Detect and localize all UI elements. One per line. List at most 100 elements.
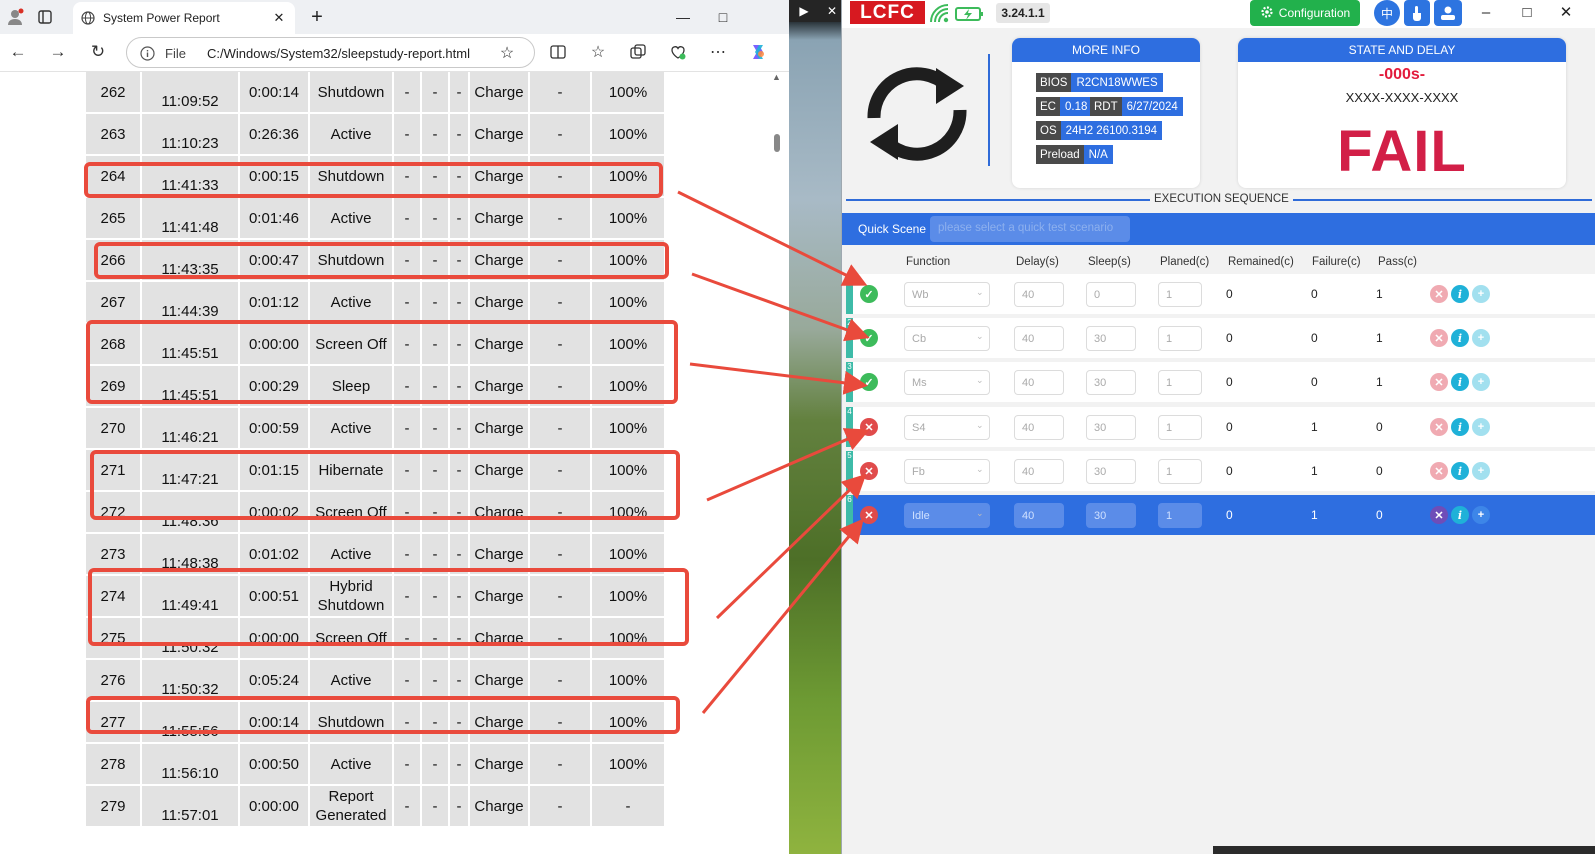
planned-input[interactable]: 1 <box>1158 282 1202 307</box>
more-icon[interactable]: ⋯ <box>706 40 730 64</box>
delete-row-icon[interactable]: ✕ <box>1430 462 1448 480</box>
info-row-icon[interactable]: i <box>1451 285 1469 303</box>
browser-window: System Power Report ✕ + — □ ← → ↻ File C… <box>0 0 789 854</box>
copilot-icon[interactable] <box>746 40 770 64</box>
touch-icon[interactable] <box>1404 0 1430 26</box>
report-cell-c2: - <box>422 114 448 154</box>
delete-row-icon[interactable]: ✕ <box>1430 373 1448 391</box>
info-row-icon[interactable]: i <box>1451 329 1469 347</box>
col-remained: Remained(c) <box>1228 256 1294 268</box>
add-row-icon[interactable]: + <box>1472 285 1490 303</box>
sequence-row[interactable]: 5 ✕ Fb ⌄ 40 30 1 0 1 0 ✕ i + <box>846 451 1595 491</box>
page-scrollbar[interactable]: ▲ <box>772 72 782 854</box>
fail-x-icon: ✕ <box>860 506 878 524</box>
test-result-text: FAIL <box>1337 119 1467 184</box>
os-key: OS <box>1036 121 1061 140</box>
sleep-input[interactable]: 0 <box>1086 282 1136 307</box>
maximize-icon[interactable]: □ <box>712 6 734 28</box>
collections-icon[interactable] <box>626 40 650 64</box>
add-row-icon[interactable]: + <box>1472 373 1490 391</box>
sleep-input[interactable]: 30 <box>1086 370 1136 395</box>
sequence-index: 2 <box>846 318 853 358</box>
browser-essentials-icon[interactable] <box>666 40 690 64</box>
sequence-row[interactable]: 6 ✕ Idle ⌄ 40 30 1 0 1 0 ✕ i + <box>846 495 1595 535</box>
add-row-icon[interactable]: + <box>1472 506 1490 524</box>
address-bar[interactable]: File C:/Windows/System32/sleepstudy-repo… <box>126 37 535 68</box>
favorite-star-icon[interactable]: ☆ <box>497 43 517 63</box>
add-row-icon[interactable]: + <box>1472 462 1490 480</box>
remained-value: 0 <box>1226 420 1233 434</box>
delay-input[interactable]: 40 <box>1014 503 1064 528</box>
sleep-input[interactable]: 30 <box>1086 326 1136 351</box>
add-row-icon[interactable]: + <box>1472 418 1490 436</box>
report-cell-c3: - <box>450 744 468 784</box>
quick-scene-select[interactable]: please select a quick test scenario <box>930 216 1130 242</box>
planned-input[interactable]: 1 <box>1158 370 1202 395</box>
delete-row-icon[interactable]: ✕ <box>1430 506 1448 524</box>
report-cell-id: 265 <box>86 198 140 238</box>
sequence-row[interactable]: 1 ✓ Wb ⌄ 40 0 1 0 0 1 ✕ i + <box>846 274 1595 314</box>
sleep-input[interactable]: 30 <box>1086 503 1136 528</box>
report-cell-time: 11:10:23 <box>142 114 238 154</box>
profile-icon[interactable] <box>4 6 26 28</box>
report-cell-c2: - <box>422 786 448 826</box>
scroll-up-icon[interactable]: ▲ <box>772 72 782 82</box>
scroll-thumb[interactable] <box>774 134 780 152</box>
report-cell-c4: - <box>530 786 590 826</box>
report-cell-c2: - <box>422 72 448 112</box>
report-cell-duration: 0:01:12 <box>240 282 308 322</box>
favorites-icon[interactable]: ☆ <box>586 40 610 64</box>
app-close-icon[interactable]: ✕ <box>1554 2 1578 22</box>
planned-input[interactable]: 1 <box>1158 459 1202 484</box>
report-cell-c4: - <box>530 660 590 700</box>
info-row-icon[interactable]: i <box>1451 418 1469 436</box>
sequence-row[interactable]: 4 ✕ S4 ⌄ 40 30 1 0 1 0 ✕ i + <box>846 407 1595 447</box>
pass-value: 1 <box>1376 331 1383 345</box>
sequence-row[interactable]: 3 ✓ Ms ⌄ 40 30 1 0 0 1 ✕ i + <box>846 362 1595 402</box>
delete-row-icon[interactable]: ✕ <box>1430 418 1448 436</box>
delete-row-icon[interactable]: ✕ <box>1430 285 1448 303</box>
forward-icon[interactable]: → <box>46 40 70 64</box>
report-cell-time: 11:44:39 <box>142 282 238 322</box>
back-icon[interactable]: ← <box>6 40 30 64</box>
delay-input[interactable]: 40 <box>1014 326 1064 351</box>
sequence-row[interactable]: 2 ✓ Cb ⌄ 40 30 1 0 0 1 ✕ i + <box>846 318 1595 358</box>
info-row-icon[interactable]: i <box>1451 373 1469 391</box>
add-row-icon[interactable]: + <box>1472 329 1490 347</box>
planned-input[interactable]: 1 <box>1158 415 1202 440</box>
report-cell-c3: - <box>450 72 468 112</box>
info-row-icon[interactable]: i <box>1451 506 1469 524</box>
planned-input[interactable]: 1 <box>1158 503 1202 528</box>
delete-row-icon[interactable]: ✕ <box>1430 329 1448 347</box>
lcfc-app-window: LCFC 3.24.1.1 Configuration 中 – □ ✕ MORE… <box>841 0 1595 854</box>
report-cell-id: 279 <box>86 786 140 826</box>
language-button[interactable]: 中 <box>1374 0 1400 26</box>
minimize-icon[interactable]: — <box>672 6 694 28</box>
new-tab-icon[interactable]: + <box>306 6 328 28</box>
refresh-icon[interactable]: ↻ <box>86 40 110 64</box>
delay-input[interactable]: 40 <box>1014 282 1064 307</box>
tab-actions-icon[interactable] <box>36 8 54 26</box>
media-play-icon[interactable]: ▶ <box>789 0 819 22</box>
sleep-input[interactable]: 30 <box>1086 459 1136 484</box>
sequence-index: 4 <box>846 407 853 447</box>
refresh-cycle-icon[interactable] <box>852 48 982 178</box>
configuration-button[interactable]: Configuration <box>1250 0 1360 26</box>
tab-system-power-report[interactable]: System Power Report ✕ <box>73 2 295 34</box>
delay-input[interactable]: 40 <box>1014 370 1064 395</box>
remained-value: 0 <box>1226 287 1233 301</box>
app-minimize-icon[interactable]: – <box>1474 2 1498 22</box>
info-icon[interactable] <box>139 45 155 61</box>
url-text[interactable]: C:/Windows/System32/sleepstudy-report.ht… <box>207 46 470 61</box>
planned-input[interactable]: 1 <box>1158 326 1202 351</box>
report-cell-duration: 0:00:50 <box>240 744 308 784</box>
operator-icon[interactable] <box>1434 0 1462 26</box>
app-maximize-icon[interactable]: □ <box>1515 2 1539 22</box>
failure-value: 0 <box>1311 287 1318 301</box>
split-screen-icon[interactable] <box>546 40 570 64</box>
close-tab-icon[interactable]: ✕ <box>271 10 287 26</box>
delay-input[interactable]: 40 <box>1014 415 1064 440</box>
sleep-input[interactable]: 30 <box>1086 415 1136 440</box>
delay-input[interactable]: 40 <box>1014 459 1064 484</box>
info-row-icon[interactable]: i <box>1451 462 1469 480</box>
